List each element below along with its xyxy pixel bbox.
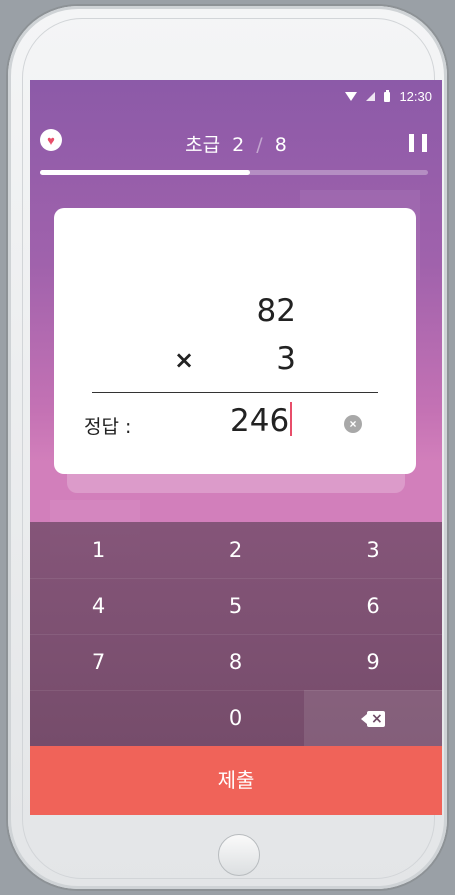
operand-1: 82 <box>256 293 296 329</box>
backspace-button[interactable]: × <box>304 690 442 746</box>
key-2[interactable]: 2 <box>167 522 304 579</box>
key-6[interactable]: 6 <box>304 578 442 635</box>
key-1[interactable]: 1 <box>30 522 167 579</box>
key-9[interactable]: 9 <box>304 634 442 691</box>
operand-2: 3 <box>276 341 296 377</box>
battery-icon <box>384 89 391 102</box>
signal-icon <box>366 92 376 101</box>
status-bar: 12:30 <box>30 80 442 114</box>
number-keypad: 1 2 3 4 5 6 7 8 9 0 × <box>30 522 442 746</box>
problem-card: 82 × 3 정답 : 246 × <box>54 208 416 474</box>
app-screen: 12:30 ♥ 초급 2 / 8 82 × 3 정답 : 246 × 1 2 3… <box>30 80 442 815</box>
text-caret <box>290 402 293 436</box>
key-7[interactable]: 7 <box>30 634 167 691</box>
clear-icon[interactable]: × <box>344 415 362 433</box>
pause-icon[interactable] <box>408 134 428 152</box>
key-empty <box>30 690 167 746</box>
answer-value: 246 <box>230 403 290 439</box>
current-question: 2 <box>232 134 245 156</box>
total-questions: 8 <box>274 134 287 156</box>
question-separator: / <box>256 134 263 156</box>
key-5[interactable]: 5 <box>167 578 304 635</box>
answer-label: 정답 : <box>84 416 132 438</box>
submit-button[interactable]: 제출 <box>30 746 442 815</box>
key-0[interactable]: 0 <box>167 690 304 746</box>
equation-rule <box>92 392 378 393</box>
progress-fill <box>40 170 250 175</box>
game-header: ♥ 초급 2 / 8 <box>30 124 442 164</box>
operator-symbol: × <box>174 346 195 374</box>
level-label: 초급 <box>185 134 221 156</box>
home-button[interactable] <box>218 834 260 876</box>
progress-bar <box>40 170 428 175</box>
level-indicator: 초급 2 / 8 <box>30 130 442 157</box>
backspace-icon: × <box>361 711 385 727</box>
answer-input[interactable]: 246 <box>230 402 293 439</box>
key-4[interactable]: 4 <box>30 578 167 635</box>
status-time: 12:30 <box>399 89 432 104</box>
key-8[interactable]: 8 <box>167 634 304 691</box>
key-3[interactable]: 3 <box>304 522 442 579</box>
wifi-icon <box>345 92 358 101</box>
